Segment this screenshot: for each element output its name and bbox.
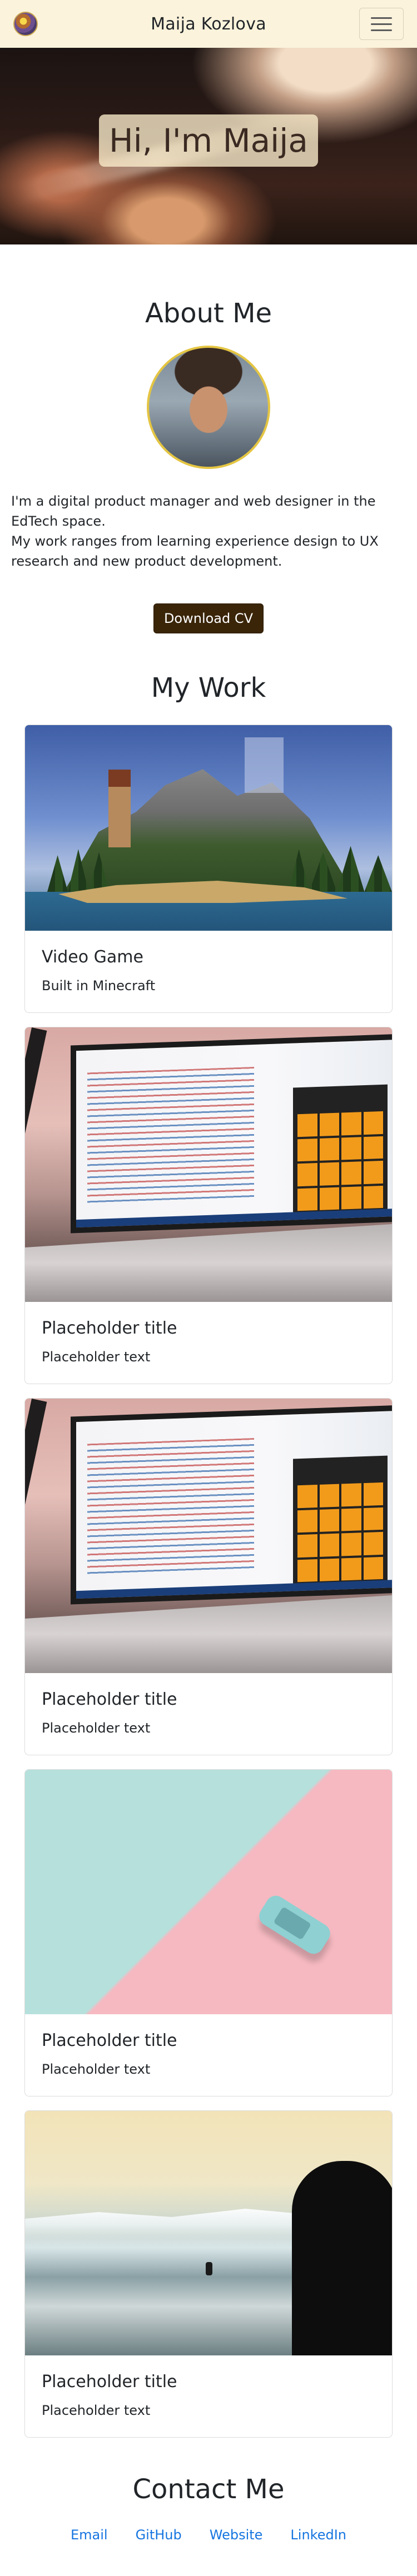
contact-links: Email GitHub Website LinkedIn xyxy=(0,2527,417,2543)
card-text: Placeholder text xyxy=(42,2403,151,2418)
navbar: Maija Kozlova xyxy=(0,0,417,48)
email-link[interactable]: Email xyxy=(71,2527,108,2543)
work-card[interactable]: Placeholder title Placeholder text xyxy=(24,1027,393,1384)
card-text: Placeholder text xyxy=(42,2061,151,2077)
about-paragraph-2: My work ranges from learning experience … xyxy=(11,533,379,569)
card-title: Placeholder title xyxy=(42,1690,177,1709)
work-card[interactable]: Placeholder title Placeholder text xyxy=(24,1769,393,2096)
about-section: About Me I'm a digital product manager a… xyxy=(0,244,417,633)
card-image-toy-car xyxy=(25,1770,392,2014)
card-title: Placeholder title xyxy=(42,2372,177,2392)
card-image-minecraft xyxy=(25,725,392,931)
card-text: Built in Minecraft xyxy=(42,978,156,994)
brand-name[interactable]: Maija Kozlova xyxy=(151,14,266,34)
card-image-laptop xyxy=(25,1399,392,1673)
profile-photo xyxy=(147,346,270,469)
card-text: Placeholder text xyxy=(42,1720,151,1736)
contact-title: Contact Me xyxy=(132,2474,285,2505)
menu-toggle-button[interactable] xyxy=(359,8,404,40)
card-text: Placeholder text xyxy=(42,1349,151,1365)
card-title: Video Game xyxy=(42,947,143,967)
work-card[interactable]: Placeholder title Placeholder text xyxy=(24,1398,393,1755)
card-image-surf xyxy=(25,2111,392,2355)
about-title: About Me xyxy=(145,298,272,329)
about-paragraph-1: I'm a digital product manager and web de… xyxy=(11,493,376,529)
hero-title: Hi, I'm Maija xyxy=(99,114,318,167)
linkedin-link[interactable]: LinkedIn xyxy=(290,2527,346,2543)
work-card[interactable]: Placeholder title Placeholder text xyxy=(24,2110,393,2438)
hamburger-icon xyxy=(371,17,392,19)
about-text: I'm a digital product manager and web de… xyxy=(0,469,417,571)
work-section: My Work Video Game Built in Minecraft Pl… xyxy=(0,633,417,2438)
download-cv-button[interactable]: Download CV xyxy=(153,603,264,633)
work-title: My Work xyxy=(151,672,266,703)
card-image-laptop xyxy=(25,1027,392,1302)
card-title: Placeholder title xyxy=(42,2031,177,2050)
hero-banner: Hi, I'm Maija xyxy=(0,48,417,244)
card-title: Placeholder title xyxy=(42,1319,177,1338)
github-link[interactable]: GitHub xyxy=(136,2527,182,2543)
contact-section: Contact Me Email GitHub Website LinkedIn xyxy=(0,2452,417,2565)
website-link[interactable]: Website xyxy=(210,2527,263,2543)
brand-logo[interactable] xyxy=(13,12,38,36)
work-card[interactable]: Video Game Built in Minecraft xyxy=(24,725,393,1013)
